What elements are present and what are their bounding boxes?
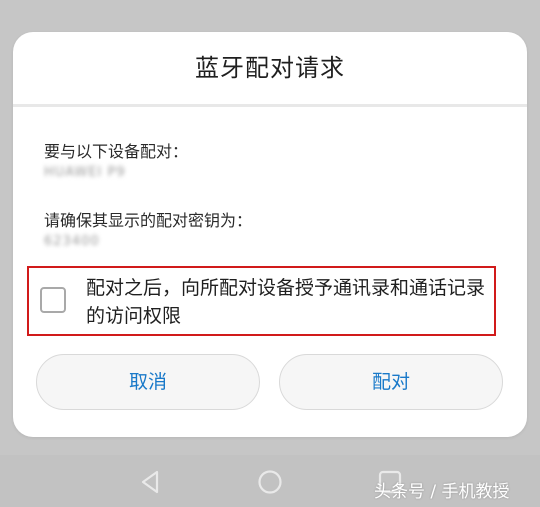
dialog-title: 蓝牙配对请求 <box>195 54 345 82</box>
device-name: HUAWEI P9 <box>44 165 126 180</box>
contacts-access-checkbox[interactable] <box>40 287 66 313</box>
pair-with-label: 要与以下设备配对： <box>44 142 189 161</box>
screen: 蓝牙配对请求 要与以下设备配对： HUAWEI P9 请确保其显示的配对密钥为：… <box>0 0 540 507</box>
watermark: 头条号 / 手机教授 <box>374 482 510 502</box>
home-icon[interactable] <box>256 468 284 496</box>
bluetooth-pairing-dialog: 蓝牙配对请求 要与以下设备配对： HUAWEI P9 请确保其显示的配对密钥为：… <box>13 32 527 437</box>
pair-button[interactable]: 配对 <box>279 354 503 410</box>
contacts-access-label[interactable]: 配对之后，向所配对设备授予通讯录和通话记录的访问权限 <box>86 274 491 330</box>
back-icon[interactable] <box>136 468 164 496</box>
title-divider <box>13 104 527 107</box>
passkey-label: 请确保其显示的配对密钥为： <box>44 211 253 230</box>
cancel-button[interactable]: 取消 <box>36 354 260 410</box>
passkey-value: 623400 <box>44 234 100 249</box>
